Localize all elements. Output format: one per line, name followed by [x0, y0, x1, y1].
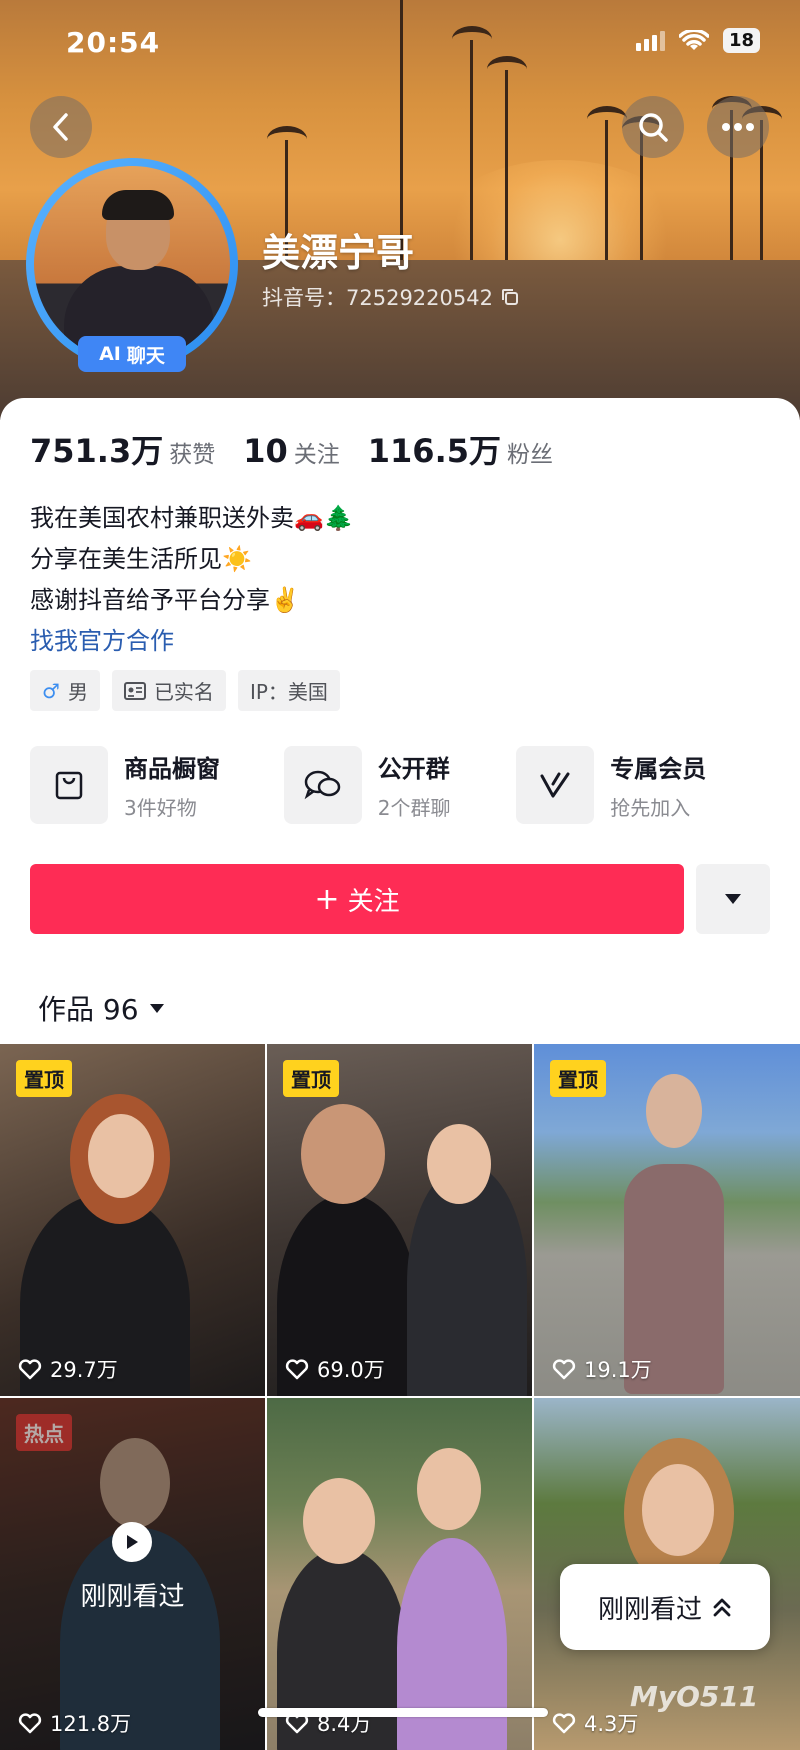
- video-thumbnail[interactable]: 置顶 19.1万: [534, 1044, 800, 1396]
- chevron-left-icon: [53, 113, 68, 141]
- ai-label: AI: [99, 343, 121, 365]
- bio-line: 分享在美生活所见☀️: [30, 545, 252, 573]
- wifi-icon: [678, 29, 709, 50]
- double-chevron-up-icon: [713, 1598, 731, 1617]
- gender-tag: ♂ 男: [30, 670, 100, 711]
- heart-icon: [552, 1359, 576, 1380]
- search-button[interactable]: [622, 96, 684, 158]
- search-icon: [639, 113, 668, 142]
- status-bar-right: 18: [635, 28, 760, 53]
- bio: 我在美国农村兼职送外卖🚗🌲 分享在美生活所见☀️ 感谢抖音给予平台分享✌️ 找我…: [30, 498, 354, 662]
- stat-likes[interactable]: 751.3万 获赞: [30, 426, 215, 472]
- triangle-down-icon: [725, 894, 741, 904]
- bio-line: 感谢抖音给予平台分享✌️: [30, 586, 300, 614]
- male-icon: ♂: [42, 678, 60, 703]
- video-thumbnail[interactable]: 热点 刚刚看过 121.8万: [0, 1398, 265, 1750]
- tab-works[interactable]: 作品 96: [38, 988, 165, 1028]
- profile-tags: ♂ 男 已实名 IP：美国: [30, 670, 340, 711]
- chat-bubbles-icon: [304, 770, 341, 800]
- douyin-id[interactable]: 抖音号：72529220542: [262, 282, 519, 312]
- video-thumbnail[interactable]: 置顶 29.7万: [0, 1044, 265, 1396]
- watermark-logo: MyO511: [630, 1680, 759, 1713]
- avatar-image: [34, 166, 230, 362]
- follow-label: 关注: [347, 886, 400, 917]
- pinned-badge: 置顶: [283, 1060, 339, 1097]
- video-thumbnail[interactable]: 8.4万: [267, 1398, 532, 1750]
- copy-icon[interactable]: [501, 288, 519, 306]
- id-card-icon: [123, 681, 146, 700]
- follow-dropdown-button[interactable]: [696, 864, 770, 934]
- plus-icon: +: [314, 881, 340, 917]
- like-count: 69.0万: [285, 1354, 385, 1384]
- shopping-bag-icon: [55, 771, 83, 800]
- like-count: 121.8万: [18, 1708, 131, 1738]
- username: 美漂宁哥: [262, 231, 415, 275]
- stat-following[interactable]: 10 关注: [243, 432, 340, 470]
- status-time: 20:54: [66, 26, 161, 59]
- like-count: 29.7万: [18, 1354, 118, 1384]
- heart-icon: [285, 1359, 309, 1380]
- shop-window-entry[interactable]: 商品橱窗 3件好物: [30, 746, 284, 824]
- triangle-down-icon: [149, 1003, 164, 1013]
- more-dots-icon: [722, 123, 754, 131]
- profile-card: 751.3万 获赞 10 关注 116.5万 粉丝 我在美国农村兼职送外卖🚗🌲 分享在…: [0, 398, 800, 1750]
- bio-line: 我在美国农村兼职送外卖🚗🌲: [30, 504, 354, 532]
- pinned-badge: 置顶: [550, 1060, 606, 1097]
- verified-tag[interactable]: 已实名: [111, 670, 226, 711]
- like-count: 4.3万: [552, 1708, 638, 1738]
- more-options-button[interactable]: [707, 96, 769, 158]
- ip-tag: IP：美国: [237, 670, 340, 711]
- just-watched-float-button[interactable]: 刚刚看过: [560, 1564, 770, 1650]
- heart-icon: [18, 1359, 42, 1380]
- play-icon: [112, 1522, 152, 1562]
- v-membership-icon: [540, 772, 570, 798]
- back-button[interactable]: [30, 96, 92, 158]
- feature-entries: 商品橱窗 3件好物 公开群 2个群聊 专属会员 抢先加入: [30, 746, 770, 824]
- home-indicator[interactable]: [258, 1708, 548, 1717]
- signal-icon: [635, 30, 665, 51]
- video-thumbnail[interactable]: 置顶 69.0万: [267, 1044, 532, 1396]
- trending-badge: 热点: [16, 1414, 72, 1451]
- public-group-entry[interactable]: 公开群 2个群聊: [283, 746, 516, 824]
- membership-entry[interactable]: 专属会员 抢先加入: [516, 746, 770, 824]
- like-count: 19.1万: [552, 1354, 652, 1384]
- pinned-badge: 置顶: [16, 1060, 72, 1097]
- douyin-id-text: 抖音号：72529220542: [262, 286, 493, 310]
- stats-row: 751.3万 获赞 10 关注 116.5万 粉丝: [30, 426, 553, 472]
- battery-indicator: 18: [722, 28, 760, 53]
- ai-chat-button[interactable]: AI 聊天: [78, 336, 186, 372]
- just-watched-label: 刚刚看过: [80, 1582, 185, 1612]
- follow-button[interactable]: + 关注: [30, 864, 684, 934]
- stat-followers[interactable]: 116.5万 粉丝: [368, 426, 553, 472]
- chat-label: 聊天: [126, 344, 165, 367]
- cooperation-link[interactable]: 找我官方合作: [30, 621, 354, 662]
